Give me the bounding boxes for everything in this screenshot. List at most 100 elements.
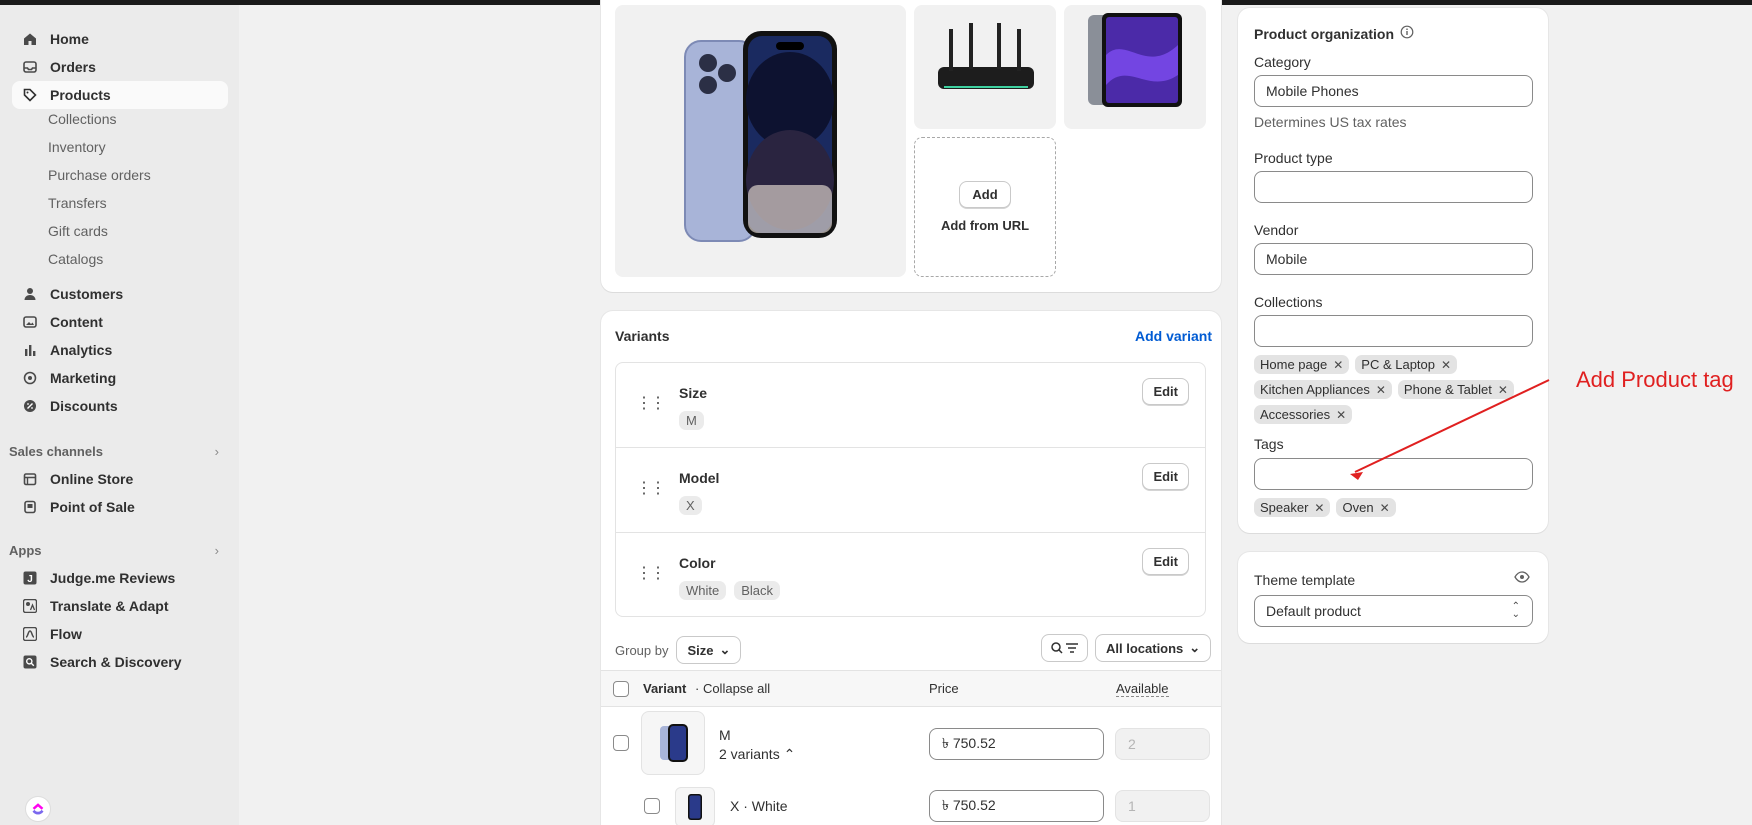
clickup-icon[interactable] bbox=[25, 796, 51, 822]
phone-thumbnail-image bbox=[688, 794, 702, 820]
collections-input[interactable] bbox=[1254, 315, 1533, 347]
add-media-button[interactable]: Add bbox=[959, 181, 1011, 208]
search-filter-button[interactable] bbox=[1041, 634, 1088, 662]
sidebar-item-online-store[interactable]: Online Store bbox=[12, 465, 228, 493]
chevron-right-icon: › bbox=[214, 543, 219, 558]
tags-label: Tags bbox=[1254, 436, 1284, 452]
drag-handle-icon[interactable]: ⋮⋮ bbox=[636, 563, 666, 583]
home-icon bbox=[22, 31, 38, 47]
sales-channels-heading[interactable]: Sales channels › bbox=[9, 444, 219, 459]
apps-heading[interactable]: Apps › bbox=[9, 543, 219, 558]
svg-text:J: J bbox=[27, 574, 33, 585]
remove-icon[interactable]: ✕ bbox=[1441, 358, 1451, 372]
category-help-text: Determines US tax rates bbox=[1254, 114, 1407, 130]
option-row-model: ⋮⋮ Model X Edit bbox=[616, 448, 1205, 533]
sidebar-item-marketing[interactable]: Marketing bbox=[12, 364, 228, 392]
locations-select[interactable]: All locations ⌄ bbox=[1095, 634, 1212, 662]
option-row-color: ⋮⋮ Color White Black Edit bbox=[616, 533, 1205, 618]
sidebar-item-point-of-sale[interactable]: Point of Sale bbox=[12, 493, 228, 521]
flow-icon bbox=[22, 626, 38, 642]
price-input[interactable]: ৳ 750.52 bbox=[929, 790, 1104, 822]
sidebar-item-translate[interactable]: Translate & Adapt bbox=[12, 592, 228, 620]
router-image bbox=[938, 23, 1034, 89]
drag-handle-icon[interactable]: ⋮⋮ bbox=[636, 478, 666, 498]
option-value-pill: M bbox=[679, 411, 704, 430]
sidebar-sub-gift-cards[interactable]: Gift cards bbox=[48, 223, 108, 239]
option-value-pill: White bbox=[679, 581, 727, 600]
sidebar-sub-catalogs[interactable]: Catalogs bbox=[48, 251, 103, 267]
pos-icon bbox=[22, 499, 38, 515]
product-type-input[interactable] bbox=[1254, 171, 1533, 203]
drag-handle-icon[interactable]: ⋮⋮ bbox=[636, 393, 666, 413]
available-input[interactable]: 1 bbox=[1115, 790, 1210, 822]
sidebar-item-flow[interactable]: Flow bbox=[12, 620, 228, 648]
add-from-url-link[interactable]: Add from URL bbox=[941, 218, 1029, 233]
variant-name: X · White bbox=[730, 798, 788, 814]
sidebar-item-products[interactable]: Products bbox=[12, 81, 228, 109]
select-arrows-icon: ⌃ ⌄ bbox=[1511, 601, 1520, 620]
sidebar-sub-transfers[interactable]: Transfers bbox=[48, 195, 107, 211]
media-dropzone[interactable]: Add Add from URL bbox=[914, 137, 1056, 277]
sidebar-item-home[interactable]: Home bbox=[12, 25, 228, 53]
variant-thumbnail[interactable] bbox=[641, 711, 705, 775]
edit-option-button[interactable]: Edit bbox=[1142, 378, 1189, 405]
collapse-all-link[interactable]: · Collapse all bbox=[695, 681, 770, 696]
option-value-pill: X bbox=[679, 496, 702, 515]
expand-variants-toggle[interactable]: 2 variants ⌃ bbox=[719, 746, 795, 763]
tags-input[interactable] bbox=[1254, 458, 1533, 490]
product-tag-label: Oven bbox=[1342, 500, 1374, 515]
product-image-main[interactable] bbox=[615, 5, 906, 277]
store-icon bbox=[22, 471, 38, 487]
price-input[interactable]: ৳ 750.52 bbox=[929, 728, 1104, 760]
variant-thumbnail[interactable] bbox=[675, 787, 715, 825]
category-input[interactable]: Mobile Phones bbox=[1254, 75, 1533, 107]
add-variant-link[interactable]: Add variant bbox=[1135, 328, 1212, 344]
available-input[interactable]: 2 bbox=[1115, 728, 1210, 760]
phone-thumbnail-image bbox=[660, 724, 688, 762]
product-image-ipad[interactable] bbox=[1064, 5, 1206, 129]
eye-icon[interactable] bbox=[1514, 570, 1530, 587]
edit-option-button[interactable]: Edit bbox=[1142, 463, 1189, 490]
row-checkbox[interactable] bbox=[644, 798, 660, 814]
collection-tag: Phone & Tablet ✕ bbox=[1397, 380, 1514, 399]
sidebar-item-judgeme[interactable]: J Judge.me Reviews bbox=[12, 564, 228, 592]
remove-icon[interactable]: ✕ bbox=[1314, 501, 1324, 515]
product-tag-label: Speaker bbox=[1260, 500, 1309, 515]
variant-count: 2 variants bbox=[719, 746, 780, 762]
theme-template-select[interactable]: Default product ⌃ ⌄ bbox=[1254, 595, 1533, 627]
product-organization-header: Product organization bbox=[1254, 25, 1414, 42]
remove-icon[interactable]: ✕ bbox=[1376, 383, 1386, 397]
sidebar-item-discounts[interactable]: Discounts bbox=[12, 392, 228, 420]
select-all-checkbox[interactable] bbox=[613, 681, 629, 697]
edit-option-button[interactable]: Edit bbox=[1142, 548, 1189, 575]
option-value-pill: Black bbox=[734, 581, 781, 600]
collection-tag-label: Kitchen Appliances bbox=[1260, 382, 1370, 397]
product-type-label: Product type bbox=[1254, 150, 1333, 166]
sidebar-sub-inventory[interactable]: Inventory bbox=[48, 139, 106, 155]
iphone-image bbox=[684, 31, 837, 242]
sidebar-sub-collections[interactable]: Collections bbox=[48, 111, 116, 127]
row-checkbox[interactable] bbox=[613, 735, 629, 751]
vendor-input[interactable]: Mobile bbox=[1254, 243, 1533, 275]
remove-icon[interactable]: ✕ bbox=[1336, 408, 1346, 422]
sidebar-item-customers[interactable]: Customers bbox=[12, 280, 228, 308]
group-by-select[interactable]: Size ⌄ bbox=[676, 636, 742, 664]
remove-icon[interactable]: ✕ bbox=[1498, 383, 1508, 397]
group-by-control: Group by Size ⌄ bbox=[615, 636, 742, 664]
option-name: Color bbox=[679, 555, 716, 571]
bar-chart-icon bbox=[22, 342, 38, 358]
ipad-image bbox=[1088, 13, 1182, 107]
remove-icon[interactable]: ✕ bbox=[1380, 501, 1390, 515]
sidebar-sub-purchase-orders[interactable]: Purchase orders bbox=[48, 167, 151, 183]
sidebar-item-analytics[interactable]: Analytics bbox=[12, 336, 228, 364]
judgeme-icon: J bbox=[22, 570, 38, 586]
info-icon[interactable] bbox=[1400, 25, 1414, 42]
sidebar-item-search-discovery[interactable]: Search & Discovery bbox=[12, 648, 228, 676]
sidebar-item-orders[interactable]: Orders bbox=[12, 53, 228, 81]
product-image-router[interactable] bbox=[914, 5, 1056, 129]
theme-template-label: Theme template bbox=[1254, 572, 1356, 588]
sidebar-item-content[interactable]: Content bbox=[12, 308, 228, 336]
remove-icon[interactable]: ✕ bbox=[1333, 358, 1343, 372]
locations-value: All locations bbox=[1106, 640, 1184, 656]
search-filter-icon bbox=[1050, 642, 1078, 654]
